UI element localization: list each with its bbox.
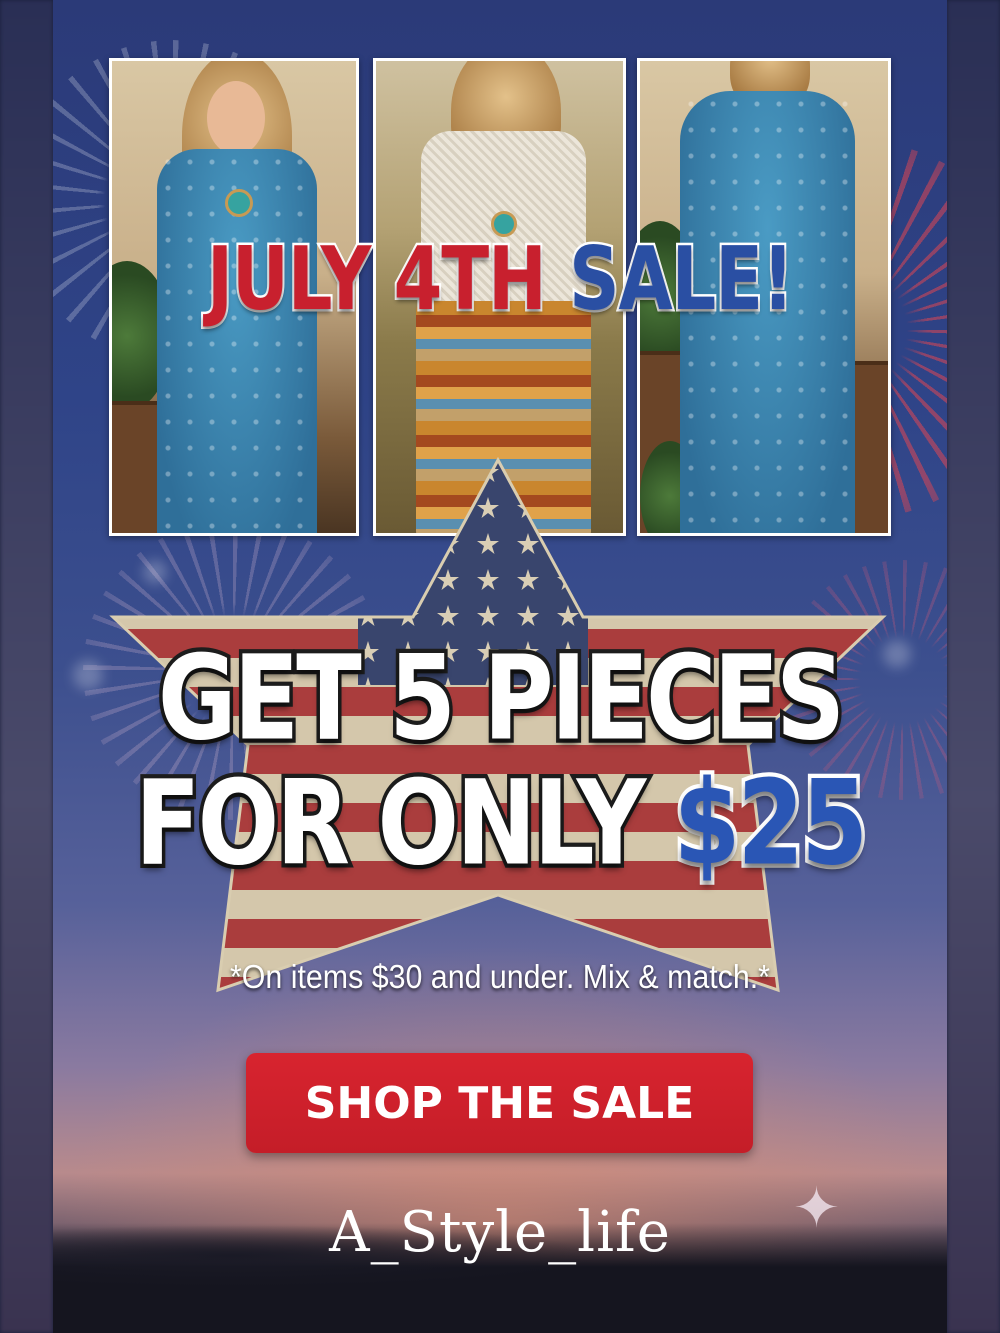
fine-print: *On items $30 and under. Mix & match.* [229,958,771,995]
blurred-side-left [0,0,53,1333]
sale-headline: JULY 4TH SALE! [109,233,891,326]
offer-line-1: GET 5 PIECES [154,629,848,767]
blurred-side-right [947,0,1000,1333]
promo-page: JULY 4TH SALE! GET 5 PIECES FOR ONLY $25… [0,0,1000,1333]
offer-price: $25 [670,754,871,892]
sparkle-icon: ✦ [793,1176,840,1239]
offer-prefix: FOR ONLY [131,754,649,892]
sale-poster: JULY 4TH SALE! GET 5 PIECES FOR ONLY $25… [53,0,947,1333]
offer-line-2: FOR ONLY $25 [53,760,947,886]
headline-sale: SALE! [567,227,796,331]
headline-date: JULY 4TH [205,227,549,331]
shop-the-sale-button[interactable]: SHOP THE SALE [246,1053,753,1153]
